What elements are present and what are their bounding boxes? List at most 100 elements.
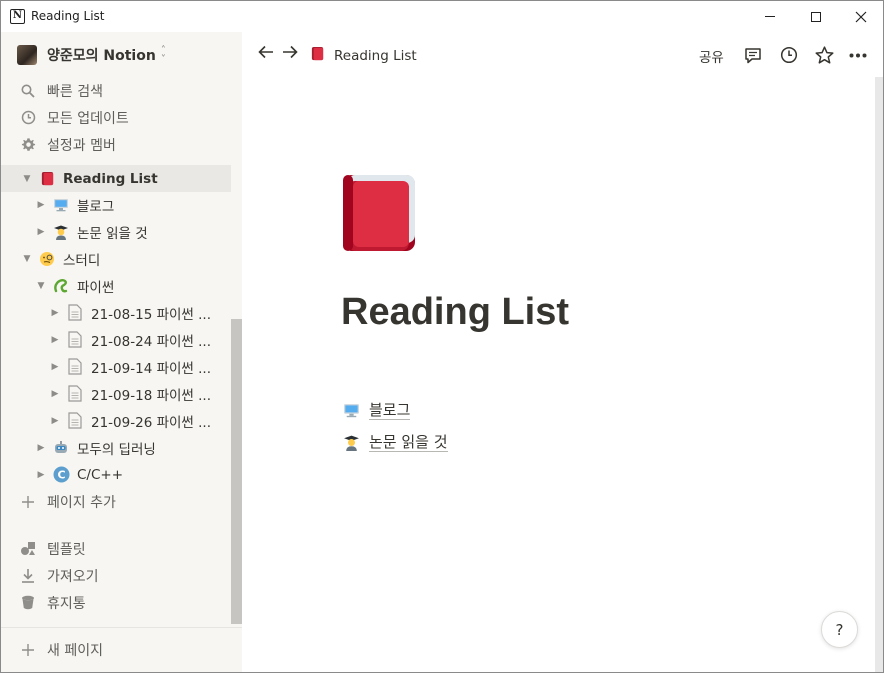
help-button[interactable]: ? [821,611,858,648]
sidebar-page-papers[interactable]: ▶ 논문 읽을 것 [1,218,231,245]
sidebar-page-label: 파이썬 [77,279,115,296]
page-title[interactable]: Reading List [341,291,569,334]
computer-icon [52,196,70,214]
comment-icon[interactable] [743,45,763,65]
more-icon[interactable] [848,45,868,65]
sidebar: 양준모의 Notion ˄ ˅ 빠른 검색 모든 업데이트 설정과 멤버 ▼ R… [1,32,242,672]
close-button[interactable] [838,1,883,32]
workspace-switcher[interactable]: 양준모의 Notion ˄ ˅ [17,44,166,66]
sidebar-page-label: 모두의 딥러닝 [77,441,156,458]
page-icon [66,331,84,349]
window-title: Reading List [31,9,105,23]
sidebar-item-trash[interactable]: 휴지통 [1,589,231,616]
page-icon [66,412,84,430]
sidebar-page-label: Reading List [63,170,158,187]
close-icon [855,11,867,22]
top-bar: Reading List 공유 [242,32,883,77]
sidebar-item-quick-search[interactable]: 빠른 검색 [1,77,231,104]
sidebar-page-label: 21-09-14 파이썬 ... [91,360,211,377]
sidebar-item-label: 휴지통 [47,595,86,612]
sidebar-page-python-note-4[interactable]: ▶ 21-09-18 파이썬 ... [1,380,231,407]
sidebar-page-python-note-3[interactable]: ▶ 21-09-14 파이썬 ... [1,353,231,380]
minimize-button[interactable] [747,1,793,32]
sidebar-divider [1,627,242,628]
cpp-logo-icon: C [52,466,70,484]
sidebar-page-reading-list[interactable]: ▼ Reading List [1,165,231,192]
share-button[interactable]: 공유 [699,46,724,66]
expand-toggle-icon[interactable]: ▶ [34,443,48,453]
sidebar-item-label: 페이지 추가 [47,494,116,511]
workspace-avatar [17,45,37,65]
sidebar-page-label: 스터디 [63,252,101,269]
workspace-name: 양준모의 Notion [47,48,156,64]
breadcrumb[interactable]: Reading List [310,46,417,65]
sidebar-item-settings[interactable]: 설정과 멤버 [1,131,231,158]
svg-text:C: C [57,469,65,482]
sidebar-page-python[interactable]: ▼ 파이썬 [1,272,231,299]
chevron-updown-icon: ˄ ˅ [160,45,166,65]
sidebar-page-python-note-1[interactable]: ▶ 21-08-15 파이썬 ... [1,299,231,326]
sidebar-page-deep-learning[interactable]: ▶ 모두의 딥러닝 [1,434,231,461]
sidebar-add-page-button[interactable]: 페이지 추가 [1,488,231,515]
sidebar-item-all-updates[interactable]: 모든 업데이트 [1,104,231,131]
expand-toggle-icon[interactable]: ▶ [48,389,62,399]
page-link-label: 블로그 [369,400,411,420]
back-arrow-icon[interactable] [256,44,276,64]
page-link-label: 논문 읽을 것 [369,432,448,452]
page-icon [66,385,84,403]
sidebar-item-label: 새 페이지 [47,642,103,659]
expand-toggle-icon[interactable]: ▶ [48,362,62,372]
sidebar-scrollbar[interactable] [231,319,242,624]
clock-icon [20,110,36,126]
sidebar-page-label: 논문 읽을 것 [77,225,148,242]
computer-icon [341,401,361,419]
sidebar-item-label: 모든 업데이트 [47,110,129,127]
expand-toggle-icon[interactable]: ▶ [48,308,62,318]
sidebar-item-label: 빠른 검색 [47,83,103,100]
star-icon[interactable] [814,45,834,65]
sidebar-page-blog[interactable]: ▶ 블로그 [1,191,231,218]
monocle-face-icon [38,250,56,268]
breadcrumb-label: Reading List [334,47,417,64]
expand-toggle-icon[interactable]: ▶ [34,200,48,210]
forward-arrow-icon[interactable] [280,44,300,64]
sidebar-page-label: 21-08-24 파이썬 ... [91,333,211,350]
expand-toggle-icon[interactable]: ▼ [20,254,34,264]
python-icon [52,277,70,295]
sidebar-item-templates[interactable]: 템플릿 [1,535,231,562]
expand-toggle-icon[interactable]: ▶ [48,335,62,345]
page-link-blog[interactable]: 블로그 [341,398,411,422]
expand-toggle-icon[interactable]: ▼ [20,174,34,184]
page-link-papers[interactable]: 논문 읽을 것 [341,430,448,454]
expand-toggle-icon[interactable]: ▶ [48,416,62,426]
maximize-button[interactable] [793,1,839,32]
page-icon [66,358,84,376]
student-icon [341,433,361,451]
sidebar-page-cpp[interactable]: ▶ C C/C++ [1,461,231,488]
sidebar-page-python-note-2[interactable]: ▶ 21-08-24 파이썬 ... [1,326,231,353]
sidebar-page-label: 21-08-15 파이썬 ... [91,306,211,323]
sidebar-page-label: 블로그 [77,198,115,215]
maximize-icon [811,11,821,22]
page-icon-red-book[interactable] [341,173,419,253]
sidebar-item-label: 가져오기 [47,568,99,585]
sidebar-page-python-note-5[interactable]: ▶ 21-09-26 파이썬 ... [1,407,231,434]
gear-icon [20,137,36,153]
expand-toggle-icon[interactable]: ▶ [34,470,48,480]
app-window: N Reading List 양준모의 Notion ˄ ˅ 빠른 검색 모든 업… [0,0,884,673]
sidebar-item-import[interactable]: 가져오기 [1,562,231,589]
sidebar-page-label: 21-09-26 파이썬 ... [91,414,211,431]
plus-icon [20,642,36,658]
new-page-button[interactable]: 새 페이지 [1,636,231,663]
expand-toggle-icon[interactable]: ▶ [34,227,48,237]
title-bar: N Reading List [1,1,883,32]
download-icon [20,568,36,584]
expand-toggle-icon[interactable]: ▼ [34,281,48,291]
robot-icon [52,439,70,457]
sidebar-page-label: C/C++ [77,466,124,483]
sidebar-item-label: 템플릿 [47,541,86,558]
notion-app-icon: N [10,9,25,24]
history-icon[interactable] [779,45,799,65]
sidebar-page-study[interactable]: ▼ 스터디 [1,245,231,272]
main-scrollbar[interactable] [875,77,883,672]
